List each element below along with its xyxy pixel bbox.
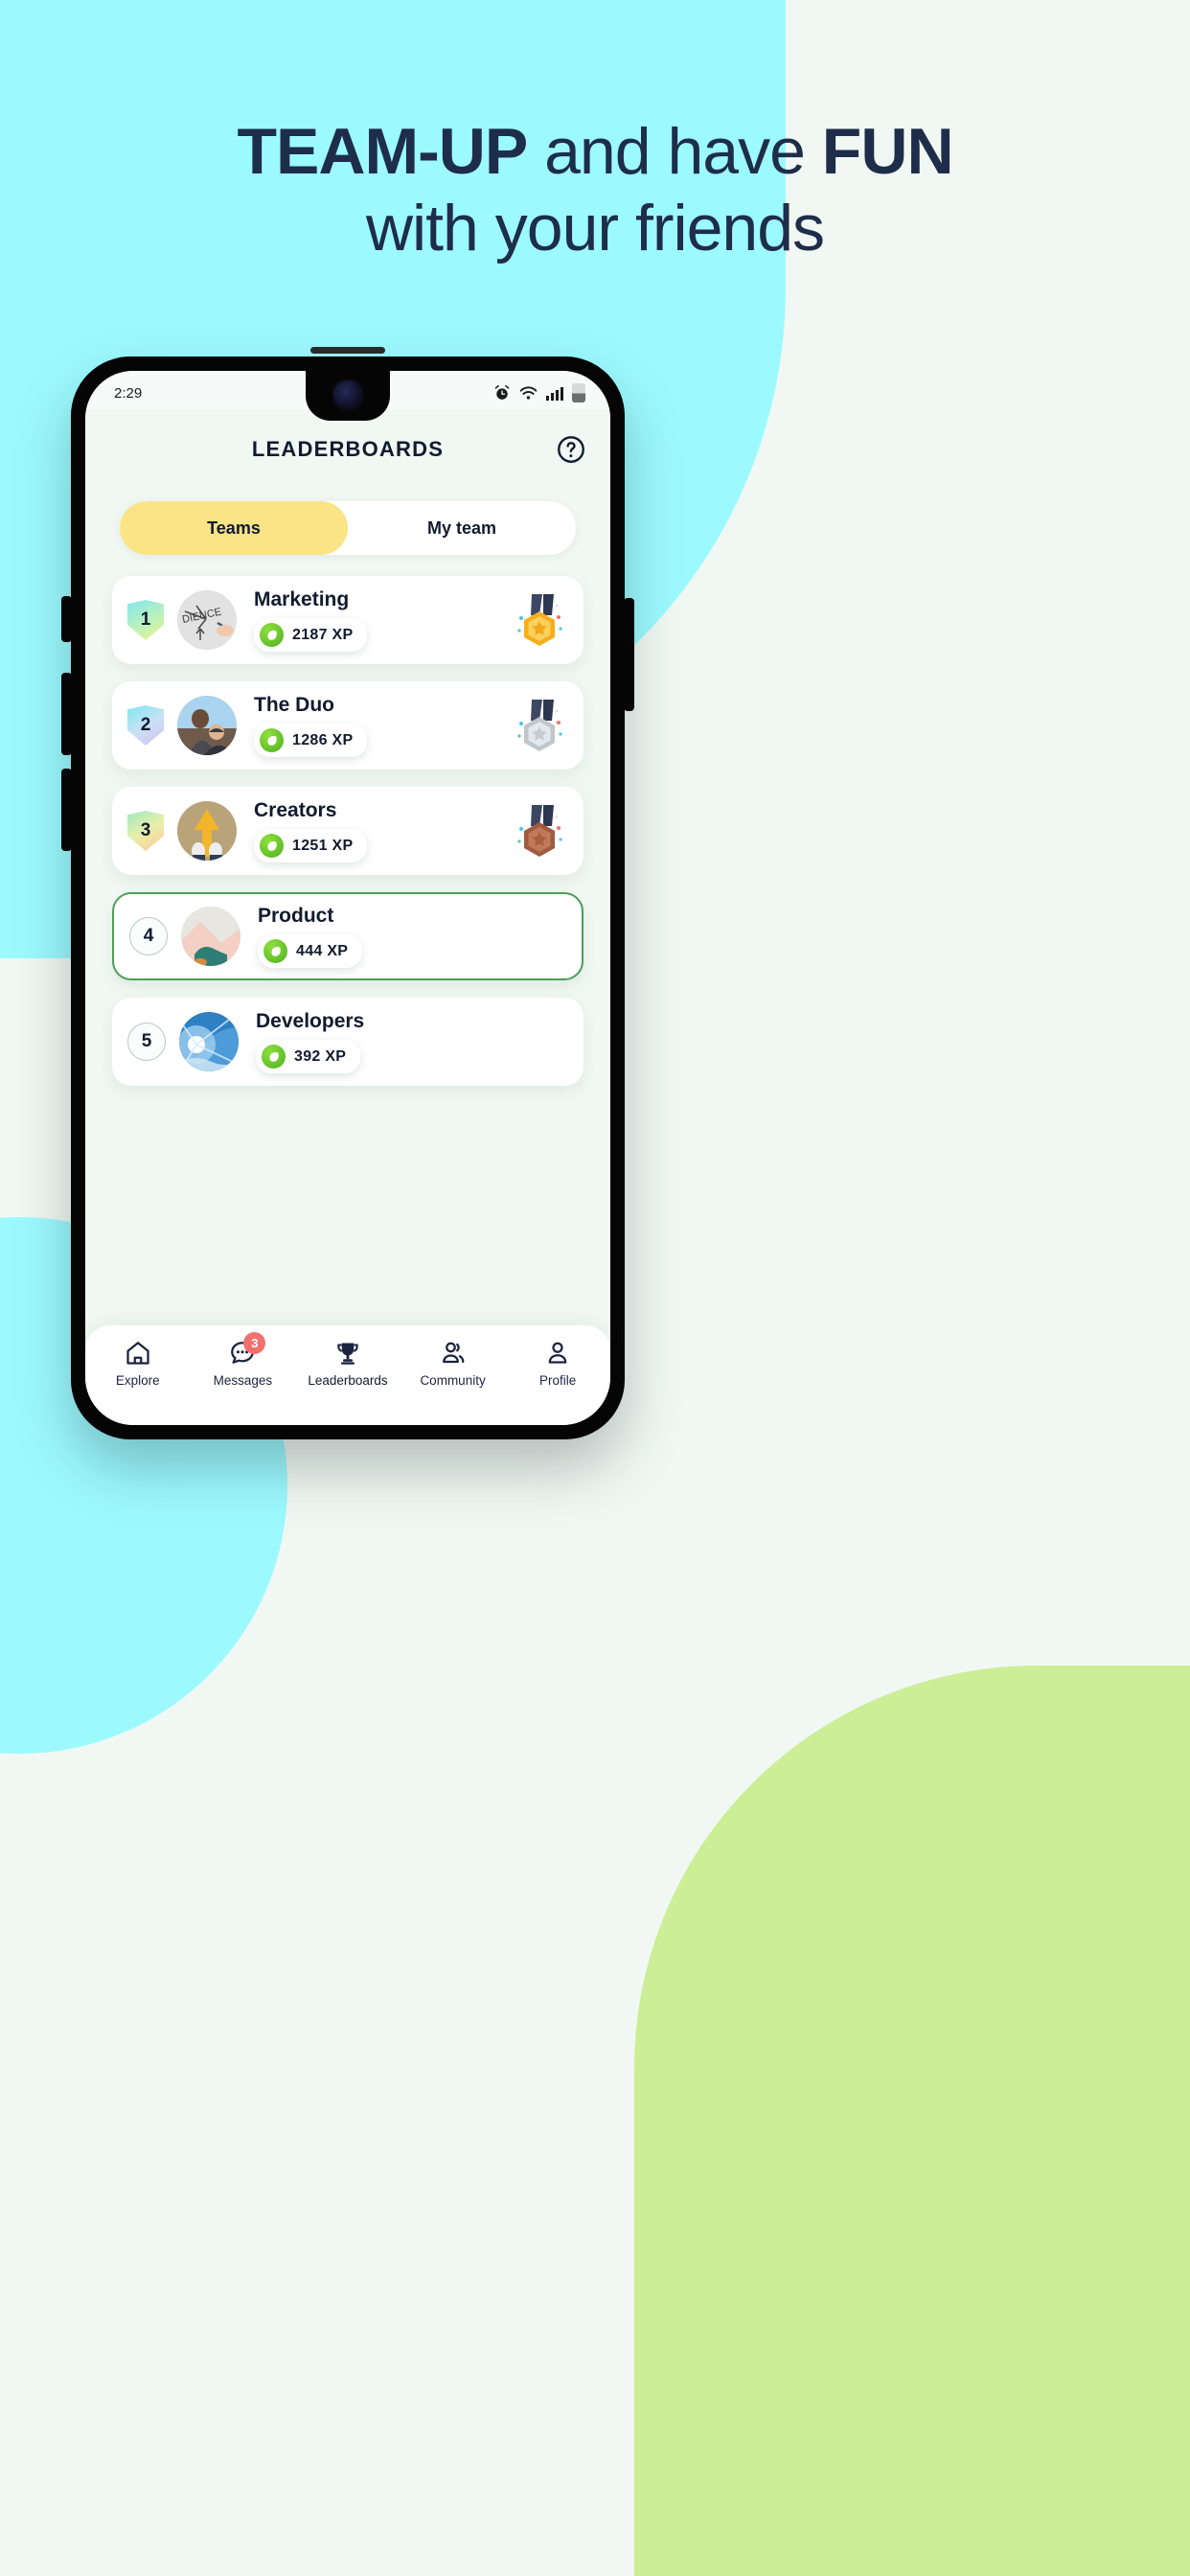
phone-silent-button[interactable] xyxy=(61,596,72,642)
rank-number: 2 xyxy=(140,715,151,735)
headline-bold-teamup: TEAM-UP xyxy=(237,115,528,188)
signal-icon xyxy=(546,386,563,401)
person-icon xyxy=(543,1339,572,1368)
rank-number: 1 xyxy=(140,610,151,630)
status-badge: 3 xyxy=(243,1332,266,1354)
headline-line-2: with your friends xyxy=(365,192,825,265)
nav-item-leaderboards[interactable]: Leaderboards xyxy=(300,1339,396,1388)
nav-item-community[interactable]: Community xyxy=(405,1339,501,1388)
xp-value: 392 XP xyxy=(294,1047,347,1065)
avatar xyxy=(177,696,237,755)
avatar xyxy=(177,801,237,861)
front-camera-icon xyxy=(333,380,362,409)
avatar xyxy=(181,907,240,966)
team-name: The Duo xyxy=(254,694,334,716)
nav-label: Profile xyxy=(539,1373,577,1388)
row-text: Developers 392 XP xyxy=(256,1010,566,1073)
team-name: Developers xyxy=(256,1010,365,1032)
rank-badge: 2 xyxy=(127,705,164,746)
nav-label: Explore xyxy=(115,1373,160,1388)
chat-bubble-icon: 3 xyxy=(228,1332,266,1368)
battery-icon xyxy=(572,383,585,402)
leaderboard-list[interactable]: 1 DIENCE Marketing 2187 XP 2 The Duo 128… xyxy=(85,555,610,1325)
page-title: LEADERBOARDS xyxy=(251,437,445,461)
xp-badge: 444 XP xyxy=(258,934,363,968)
phone-power-button[interactable] xyxy=(624,598,634,711)
wifi-icon xyxy=(519,385,538,400)
rank-badge: 1 xyxy=(127,600,164,640)
people-icon xyxy=(439,1339,468,1368)
xp-value: 2187 XP xyxy=(292,626,354,643)
bronze-medal-icon xyxy=(517,805,562,857)
nav-item-messages[interactable]: 3 Messages xyxy=(195,1332,290,1388)
xp-badge: 1286 XP xyxy=(254,724,368,757)
rank-badge: 5 xyxy=(127,1023,166,1061)
leaf-icon xyxy=(263,939,287,963)
xp-value: 1286 XP xyxy=(292,731,354,748)
row-text: Creators 1251 XP xyxy=(254,799,507,862)
table-row[interactable]: 3 Creators 1251 XP xyxy=(112,787,584,875)
promo-headline: TEAM-UP and have FUN with your friends xyxy=(0,113,1190,266)
table-row[interactable]: 4 Product 444 XP xyxy=(112,892,584,980)
team-name: Creators xyxy=(254,799,337,821)
rank-number: 5 xyxy=(141,1031,152,1051)
avatar: DIENCE xyxy=(177,590,237,650)
team-name: Marketing xyxy=(254,588,350,610)
status-icons xyxy=(493,383,585,402)
tab-teams[interactable]: Teams xyxy=(120,501,348,555)
app-header: LEADERBOARDS xyxy=(85,409,610,490)
leaf-icon xyxy=(260,728,284,752)
rank-number: 3 xyxy=(140,820,151,840)
phone-mockup: 2:29 LEADERBOARDS Teams My team 1 DIENCE… xyxy=(61,347,634,1439)
background-shape-green xyxy=(634,1666,1190,2576)
headline-line-1: TEAM-UP and have FUN xyxy=(0,113,1190,190)
xp-badge: 1251 XP xyxy=(254,829,368,862)
row-text: Marketing 2187 XP xyxy=(254,588,507,652)
row-text: The Duo 1286 XP xyxy=(254,694,507,757)
leaf-icon xyxy=(260,834,284,858)
xp-badge: 392 XP xyxy=(256,1040,361,1073)
home-icon xyxy=(124,1339,152,1368)
xp-badge: 2187 XP xyxy=(254,618,368,652)
team-name: Product xyxy=(258,905,334,927)
avatar xyxy=(179,1012,239,1071)
rank-badge: 4 xyxy=(129,917,168,955)
rank-number: 4 xyxy=(143,926,154,946)
table-row[interactable]: 2 The Duo 1286 XP xyxy=(112,681,584,770)
question-circle-icon[interactable] xyxy=(557,435,585,464)
nav-label: Messages xyxy=(213,1373,273,1388)
phone-volume-down-button[interactable] xyxy=(61,769,72,851)
nav-label: Community xyxy=(420,1373,486,1388)
alarm-icon xyxy=(494,384,510,400)
nav-item-explore[interactable]: Explore xyxy=(90,1339,186,1388)
xp-value: 444 XP xyxy=(296,942,349,959)
tab-switcher[interactable]: Teams My team xyxy=(120,501,576,555)
tab-my-team[interactable]: My team xyxy=(348,501,576,555)
gold-medal-icon xyxy=(517,594,562,646)
bottom-navigation[interactable]: Explore 3 Messages Leaderboards Communit… xyxy=(85,1325,610,1425)
phone-volume-up-button[interactable] xyxy=(61,673,72,755)
leaf-icon xyxy=(262,1045,286,1069)
phone-speaker xyxy=(310,347,385,354)
table-row[interactable]: 1 DIENCE Marketing 2187 XP xyxy=(112,576,584,664)
headline-bold-fun: FUN xyxy=(821,115,954,188)
rank-badge: 3 xyxy=(127,811,164,851)
silver-medal-icon xyxy=(517,700,562,751)
status-time: 2:29 xyxy=(114,384,143,402)
leaf-icon xyxy=(260,623,284,647)
table-row[interactable]: 5 Developers 392 XP xyxy=(112,998,584,1086)
nav-item-profile[interactable]: Profile xyxy=(510,1339,606,1388)
xp-value: 1251 XP xyxy=(292,837,354,854)
trophy-icon xyxy=(333,1339,362,1368)
nav-label: Leaderboards xyxy=(308,1373,388,1388)
phone-screen: 2:29 LEADERBOARDS Teams My team 1 DIENCE… xyxy=(85,371,610,1425)
row-text: Product 444 XP xyxy=(258,905,564,968)
headline-mid: and have xyxy=(527,115,822,188)
